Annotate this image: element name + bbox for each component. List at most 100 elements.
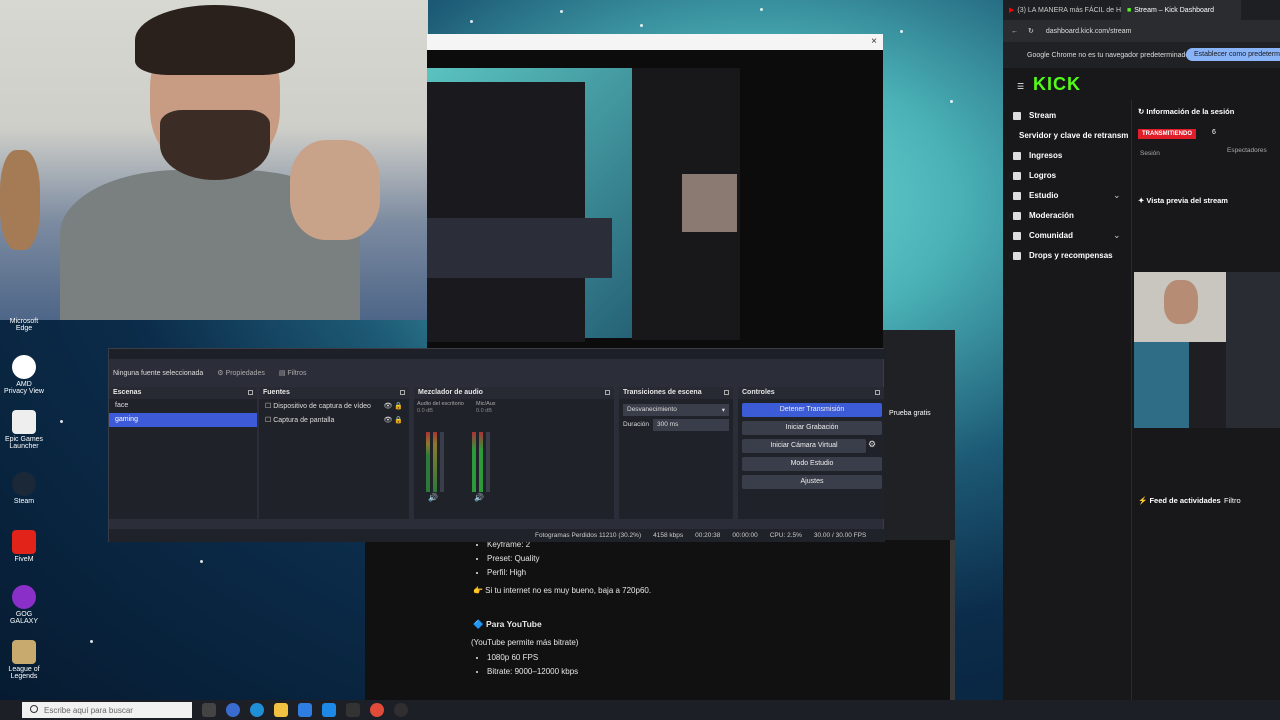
webcam-feed xyxy=(0,0,428,320)
filter-button[interactable]: Filtro xyxy=(1224,496,1241,505)
session-info-title: ↻ Información de la sesión xyxy=(1138,107,1235,116)
source-toolbar: Ninguna fuente seleccionada ⚙ Propiedade… xyxy=(109,365,885,381)
chrome-icon[interactable] xyxy=(370,703,384,717)
lol-icon xyxy=(12,640,36,664)
community-icon xyxy=(1013,231,1021,240)
speaker-icon[interactable]: 🔊 xyxy=(474,493,484,502)
obs-icon[interactable] xyxy=(394,703,408,717)
bitrate: 4158 kbps xyxy=(653,532,684,539)
studio-icon xyxy=(1013,191,1021,200)
back-icon[interactable]: ← xyxy=(1011,28,1018,35)
filters-button[interactable]: ▤ Filtros xyxy=(279,369,307,377)
source-item[interactable]: ☐ Captura de pantalla 👁 🔒 xyxy=(259,413,409,427)
rec-time: 00:00:00 xyxy=(732,532,758,539)
chevron-down-icon[interactable]: ⌄ xyxy=(1113,230,1121,241)
nav-drops[interactable]: Drops y recompensas xyxy=(1013,251,1113,260)
nav-server-key[interactable]: Servidor y clave de retransm xyxy=(1019,131,1128,140)
nav-achievements[interactable]: Logros xyxy=(1013,171,1056,180)
fps: 30.00 / 30.00 FPS xyxy=(813,532,867,539)
nav-stream[interactable]: Stream xyxy=(1013,111,1056,120)
folder-icon[interactable] xyxy=(274,703,288,717)
close-icon[interactable]: × xyxy=(871,36,877,47)
mic-audio-meter[interactable] xyxy=(472,422,502,492)
start-recording-button[interactable]: Iniciar Grabación xyxy=(742,421,882,435)
preview-window xyxy=(427,50,883,350)
desktop-icon-epic[interactable]: Epic Games Launcher xyxy=(4,410,44,450)
epic-icon xyxy=(12,410,36,434)
taskbar: Escribe aquí para buscar xyxy=(0,700,1280,720)
tab-youtube[interactable]: ▶ (3) LA MANERA más FÁCIL de H xyxy=(1003,0,1121,20)
speaker-icon[interactable]: 🔊 xyxy=(428,493,438,502)
app-icon[interactable] xyxy=(226,703,240,717)
edge-icon[interactable] xyxy=(250,703,264,717)
dock-pin-icon[interactable] xyxy=(248,390,253,395)
desktop-audio-meter[interactable] xyxy=(426,422,456,492)
dock-pin-icon[interactable] xyxy=(724,390,729,395)
doc-heading: 🔷 Para YouTube xyxy=(473,619,542,629)
menu-icon[interactable]: ☰ xyxy=(1017,82,1024,91)
desktop-icon-edge[interactable]: Microsoft Edge xyxy=(4,318,44,332)
stop-stream-button[interactable]: Detener Transmisión xyxy=(742,403,882,417)
revenue-icon xyxy=(1013,151,1021,160)
activity-feed-title: ⚡ Feed de actividades xyxy=(1138,496,1221,505)
desktop-icon-lol[interactable]: League of Legends xyxy=(4,640,44,680)
tab-kick[interactable]: ■ Stream – Kick Dashboard xyxy=(1121,0,1241,20)
gear-icon[interactable]: ⚙ xyxy=(868,439,876,450)
settings-button[interactable]: Ajustes xyxy=(742,475,882,489)
kick-logo[interactable]: KICK xyxy=(1033,74,1081,95)
transition-select[interactable]: Desvanecimiento ▾ xyxy=(623,404,729,416)
set-default-button[interactable]: Establecer como predeterm xyxy=(1186,48,1280,61)
reload-icon[interactable]: ↻ xyxy=(1028,27,1034,35)
status-bar: Fotogramas Perdidos 11210 (30.2%) 4158 k… xyxy=(109,529,885,542)
tab-strip: ▶ (3) LA MANERA más FÁCIL de H ■ Stream – … xyxy=(1003,0,1280,20)
stream-preview[interactable] xyxy=(1134,272,1280,428)
properties-button[interactable]: ⚙ Propiedades xyxy=(217,369,265,377)
capture-window-titlebar[interactable]: × xyxy=(427,34,883,50)
search-icon xyxy=(30,705,38,713)
live-time: 00:20:38 xyxy=(695,532,721,539)
viewer-count: 6 xyxy=(1212,129,1216,136)
store-icon[interactable] xyxy=(298,703,312,717)
amd-taskbar-icon[interactable] xyxy=(346,703,360,717)
address-bar[interactable]: ← ↻ dashboard.kick.com/stream xyxy=(1003,20,1280,42)
desktop-icon-steam[interactable]: Steam xyxy=(4,472,44,505)
doc-scrollbar[interactable] xyxy=(950,540,955,700)
live-badge: TRANSMITIENDO xyxy=(1138,129,1196,139)
dock-pin-icon[interactable] xyxy=(875,390,880,395)
nav-revenue[interactable]: Ingresos xyxy=(1013,151,1062,160)
nav-moderation[interactable]: Moderación xyxy=(1013,211,1074,220)
doc-tip: 👉 Si tu internet no es muy bueno, baja a… xyxy=(473,586,652,595)
doc-line: Bitrate: 9000–12000 kbps xyxy=(487,665,955,679)
desktop-icon-fivem[interactable]: FiveM xyxy=(4,530,44,563)
cpu-usage: CPU: 2.5% xyxy=(769,532,802,539)
nav-studio[interactable]: Estudio xyxy=(1013,191,1058,200)
no-source-label: Ninguna fuente seleccionada xyxy=(113,369,204,377)
virtual-camera-button[interactable]: Iniciar Cámara Virtual xyxy=(742,439,866,453)
amd-icon xyxy=(12,355,36,379)
desktop-icon-amd[interactable]: AMD Privacy View xyxy=(4,355,44,395)
studio-mode-button[interactable]: Modo Estudio xyxy=(742,457,882,471)
nav-community[interactable]: Comunidad xyxy=(1013,231,1073,240)
youtube-icon: ▶ xyxy=(1009,7,1015,14)
document-page: Keyframe: 2 Preset: Quality Perfil: High… xyxy=(365,530,955,700)
source-item[interactable]: ☐ Dispositivo de captura de vídeo 👁 🔒 xyxy=(259,399,409,413)
stream-icon xyxy=(1013,111,1021,120)
dock-pin-icon[interactable] xyxy=(605,390,610,395)
fivem-icon xyxy=(12,530,36,554)
scene-item-face[interactable]: face xyxy=(109,399,257,413)
url-text[interactable]: dashboard.kick.com/stream xyxy=(1046,28,1132,35)
dropped-frames: Fotogramas Perdidos 11210 (30.2%) xyxy=(535,532,642,539)
scene-item-gaming[interactable]: gaming xyxy=(109,413,257,427)
desktop-icon-gog[interactable]: GOG GALAXY xyxy=(4,585,44,625)
duration-input[interactable]: 300 ms xyxy=(653,419,729,431)
task-view-icon[interactable] xyxy=(202,703,216,717)
taskbar-search[interactable]: Escribe aquí para buscar xyxy=(22,702,192,718)
dock-pin-icon[interactable] xyxy=(400,390,405,395)
audio-mixer-dock: Mezclador de audio Audio del escritorio … xyxy=(414,387,614,519)
chevron-down-icon[interactable]: ⌄ xyxy=(1113,190,1121,201)
mail-icon[interactable] xyxy=(322,703,336,717)
stream-preview-title: ✦ Vista previa del stream xyxy=(1138,196,1228,205)
obs-window: Ninguna fuente seleccionada ⚙ Propiedade… xyxy=(108,348,885,542)
doc-line: Perfil: High xyxy=(487,566,955,580)
transitions-dock: Transiciones de escena Desvanecimiento ▾ … xyxy=(619,387,733,519)
